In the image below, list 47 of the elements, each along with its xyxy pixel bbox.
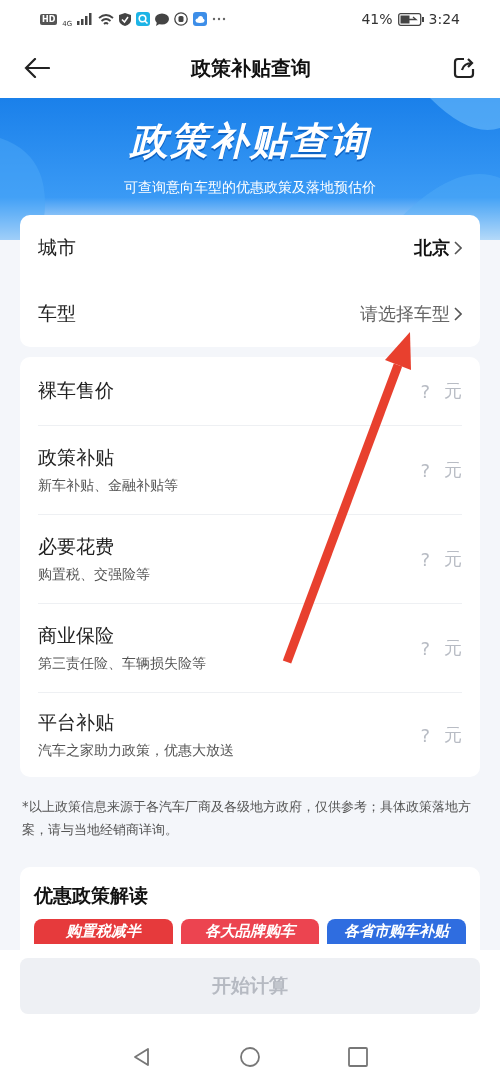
banner-title: 政策补贴查询 xyxy=(130,119,370,163)
clock-time: 3:24 xyxy=(428,11,460,27)
cost-note: 新车补贴、金融补贴等 xyxy=(38,477,179,495)
selector-row[interactable]: 城市 北京 xyxy=(38,215,462,281)
shield-icon xyxy=(119,12,132,26)
amount-value: ? xyxy=(420,724,430,746)
cost-note: 第三责任险、车辆损失险等 xyxy=(38,655,207,673)
nav-back-button[interactable] xyxy=(132,1046,152,1067)
currency-unit: 元 xyxy=(444,636,462,660)
back-arrow-icon xyxy=(24,58,50,78)
nav-home-button[interactable] xyxy=(240,1046,260,1067)
cloud-icon xyxy=(193,12,208,26)
share-icon xyxy=(452,56,476,80)
amount-value: ? xyxy=(420,548,430,570)
battery-percent: 41% xyxy=(361,11,393,27)
cost-label: 政策补贴 xyxy=(38,445,115,470)
recent-square-icon xyxy=(348,1046,368,1067)
cost-note: 汽车之家助力政策，优惠大放送 xyxy=(38,742,235,760)
currency-unit: 元 xyxy=(444,547,462,571)
wifi-icon xyxy=(98,12,115,26)
cost-label: 必要花费 xyxy=(38,534,115,559)
section-title: 优惠政策解读 xyxy=(34,883,149,908)
battery-icon xyxy=(397,12,424,26)
cost-label: 裸车售价 xyxy=(38,378,115,403)
chevron-right-icon xyxy=(454,241,462,255)
nav-recent-button[interactable] xyxy=(348,1046,368,1067)
signal-icon xyxy=(77,13,94,25)
page-title: 政策补贴查询 xyxy=(190,54,312,82)
currency-unit: 元 xyxy=(444,379,462,403)
hd-badge: HD xyxy=(40,13,58,25)
home-circle-icon xyxy=(240,1046,260,1067)
amount-value: ? xyxy=(420,380,430,402)
cost-label: 平台补贴 xyxy=(38,710,115,735)
selector-row[interactable]: 车型 请选择车型 xyxy=(38,281,462,347)
currency-unit: 元 xyxy=(444,458,462,482)
banner-subtitle: 可查询意向车型的优惠政策及落地预估价 xyxy=(124,179,376,195)
disclaimer-text: *以上政策信息来源于各汽车厂商及各级地方政府，仅供参考；具体政策落地方案，请与当地经销商详询。 xyxy=(22,798,472,839)
amount-value: ? xyxy=(420,459,430,481)
chat-bubble-icon xyxy=(155,12,170,26)
chevron-right-icon xyxy=(454,307,462,321)
amount-value: ? xyxy=(420,637,430,659)
cost-note: 购置税、交强险等 xyxy=(38,566,151,584)
search-app-icon xyxy=(136,12,151,26)
cost-label: 商业保险 xyxy=(38,623,115,648)
back-triangle-icon xyxy=(132,1046,152,1067)
more-dots-icon xyxy=(212,17,227,21)
currency-unit: 元 xyxy=(444,723,462,747)
